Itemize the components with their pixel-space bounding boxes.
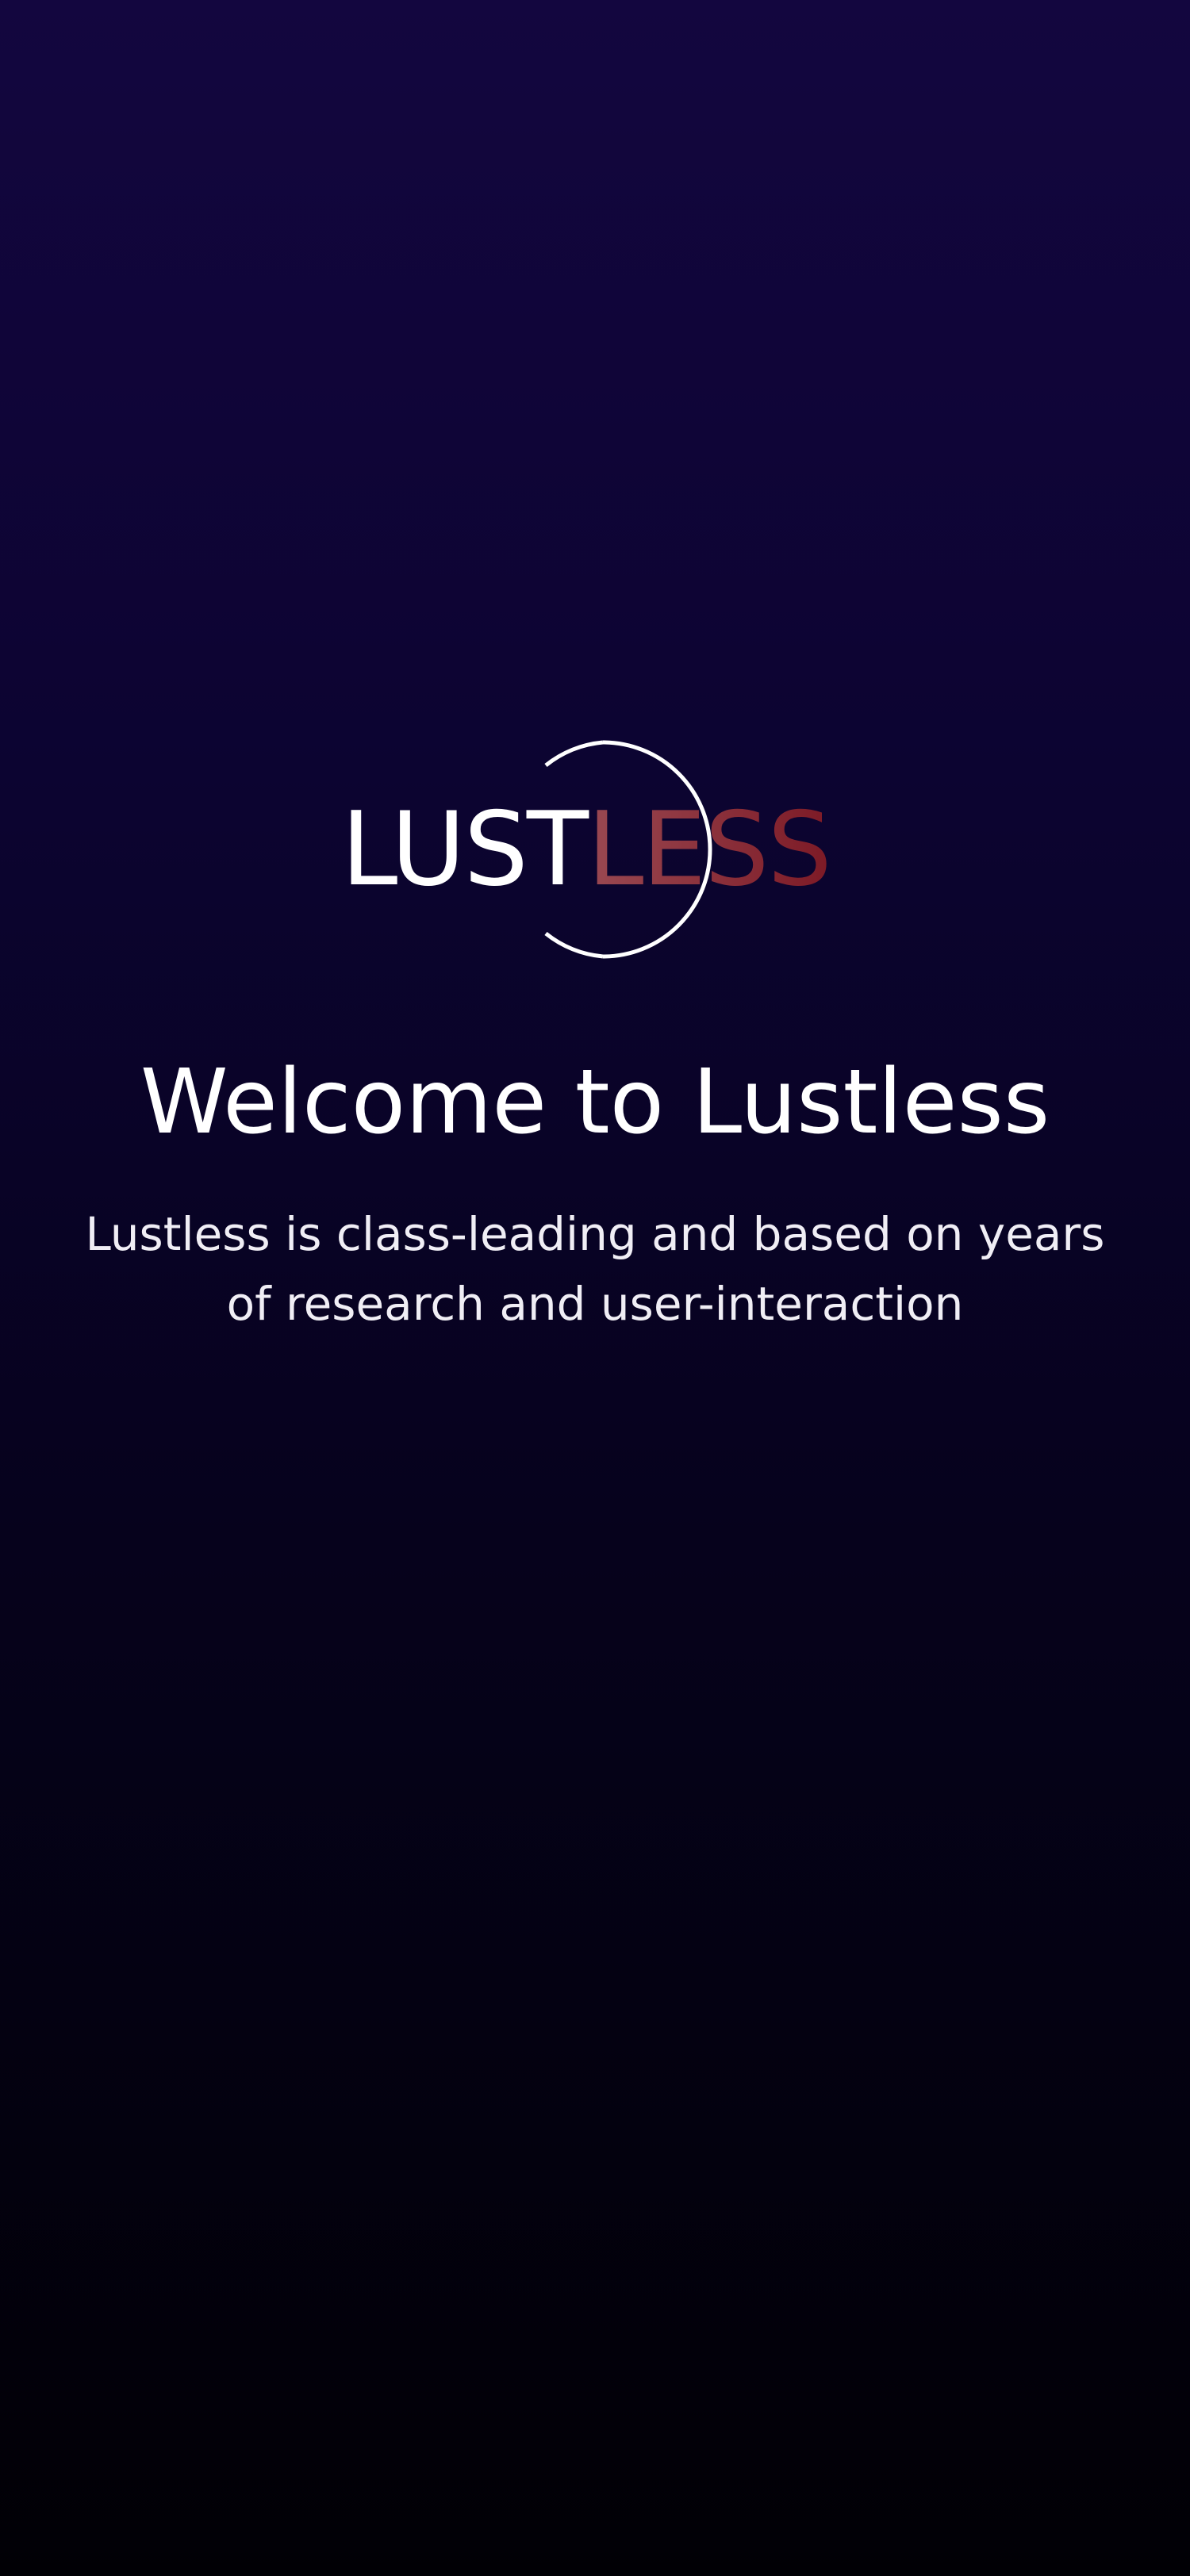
logo-graphic: LUSTLESS	[341, 740, 832, 959]
logo-ring-arc-left	[544, 740, 604, 767]
logo-text-primary: LUST	[341, 791, 589, 909]
logo-text-accent: LESS	[587, 791, 831, 909]
welcome-title: Welcome to Lustless	[140, 1051, 1050, 1154]
svg-text:LUSTLESS: LUSTLESS	[341, 791, 831, 909]
lustless-logo: LUSTLESS	[333, 734, 857, 964]
welcome-screen: LUSTLESS Welcome to Lustless Lustless is…	[0, 0, 1190, 2576]
logo-ring-arc-bottom	[544, 932, 604, 959]
welcome-subtitle: Lustless is class-leading and based on y…	[85, 1207, 1105, 1331]
